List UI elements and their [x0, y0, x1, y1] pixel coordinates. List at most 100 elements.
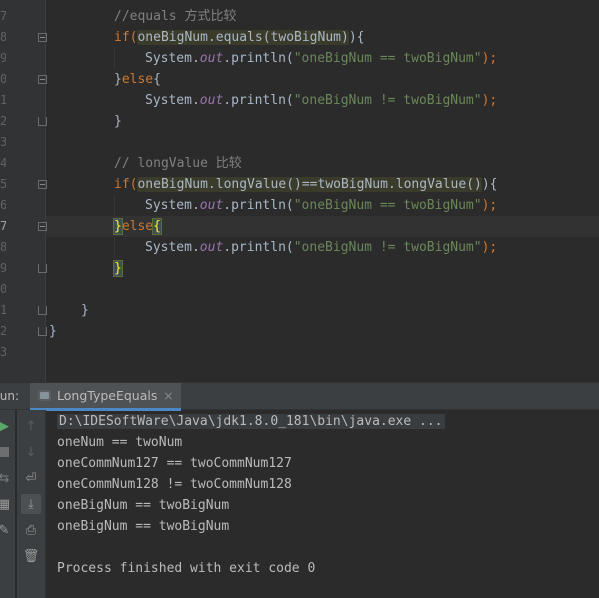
close-icon[interactable]: × [163, 389, 173, 403]
play-icon[interactable]: ▶ [0, 416, 14, 436]
line-number: 4 [0, 156, 6, 170]
line-number: 0 [0, 72, 6, 86]
editor-gutter [0, 0, 46, 382]
code-line: System.out.println("oneBigNum != twoBigN… [145, 237, 497, 258]
tab-longtypeequals[interactable]: LongTypeEquals × [30, 383, 182, 411]
fold-toggle-icon[interactable] [38, 75, 47, 84]
code-text: ){ [481, 177, 498, 192]
fold-end-icon[interactable] [38, 264, 47, 273]
keyword: else [121, 72, 154, 87]
matched-brace: } [113, 260, 123, 277]
settings-icon[interactable]: ▦ [0, 494, 14, 514]
string-literal: "oneBigNum == twoBigNum" [293, 51, 482, 66]
indent-guide [114, 237, 115, 258]
static-field: out [199, 198, 224, 213]
fold-toggle-icon[interactable] [38, 180, 47, 189]
string-literal: "oneBigNum != twoBigNum" [293, 93, 482, 108]
code-line: if(oneBigNum.equals(twoBigNum)){ [114, 27, 364, 48]
code-comment: // longValue 比较 [114, 156, 242, 171]
code-line: } [49, 324, 57, 339]
pin-icon[interactable]: ✎ [0, 520, 14, 540]
fold-end-icon[interactable] [38, 117, 47, 126]
matched-brace: { [152, 218, 162, 235]
console-line: oneCommNum127 == twoCommNum127 [57, 456, 292, 471]
code-text: System. [145, 198, 200, 213]
console-line: Process finished with exit code 0 [57, 561, 316, 576]
fold-end-icon[interactable] [38, 327, 47, 336]
run-label: Run: [0, 389, 20, 403]
code-line: } [113, 258, 123, 279]
java-file-icon [38, 390, 51, 401]
console-output[interactable]: D:\IDESoftWare\Java\jdk1.8.0_181\bin\jav… [46, 410, 599, 598]
highlighted-expression: oneBigNum.equals(twoBigNum) [137, 30, 349, 45]
line-number: 5 [0, 177, 6, 191]
highlighted-expression: oneBigNum.longValue()==twoBigNum.longVal… [137, 177, 482, 192]
run-tool-window: Run: LongTypeEquals × ▶ ⇆ ▦ ✎ ↑ ↓ ⏎ ⤓ ⎙ … [0, 382, 599, 598]
code-text: System. [145, 93, 200, 108]
code-text: ); [481, 51, 498, 66]
restore-layout-icon[interactable]: ⇆ [0, 468, 14, 488]
console-line: oneBigNum == twoBigNum [57, 498, 230, 513]
code-line: if(oneBigNum.longValue()==twoBigNum.long… [114, 174, 498, 195]
indent-guide [114, 48, 115, 69]
fold-end-icon[interactable] [38, 306, 47, 315]
trash-icon[interactable]: 🗑 [21, 546, 41, 566]
code-line: System.out.println("oneBigNum != twoBigN… [145, 90, 497, 111]
code-text: .println( [223, 51, 294, 66]
indent-guide [114, 195, 115, 216]
tab-label: LongTypeEquals [57, 388, 158, 403]
run-tab-bar: Run: LongTypeEquals × [0, 382, 599, 411]
run-left-toolbar: ▶ ⇆ ▦ ✎ [0, 410, 15, 598]
line-number: 1 [0, 93, 6, 107]
scroll-to-end-icon[interactable]: ⤓ [21, 494, 41, 514]
code-text: ){ [348, 30, 365, 45]
code-text: ); [481, 240, 498, 255]
soft-wrap-icon[interactable]: ⏎ [21, 468, 41, 488]
static-field: out [199, 93, 224, 108]
stop-icon[interactable] [0, 442, 14, 462]
line-number: 3 [0, 135, 6, 149]
line-number: 2 [0, 114, 6, 128]
arrow-down-icon[interactable]: ↓ [21, 442, 41, 462]
console-line: oneCommNum128 != twoCommNum128 [57, 477, 292, 492]
code-text: } [114, 72, 122, 87]
code-line: System.out.println("oneBigNum == twoBigN… [145, 48, 497, 69]
console-line: oneNum == twoNum [57, 435, 183, 450]
line-number: 8 [0, 30, 6, 44]
line-number: 1 [0, 303, 6, 317]
code-text: .println( [223, 240, 294, 255]
code-line: System.out.println("oneBigNum == twoBigN… [145, 195, 497, 216]
code-text: .println( [223, 198, 294, 213]
code-line: }else{ [114, 69, 161, 90]
console-line: D:\IDESoftWare\Java\jdk1.8.0_181\bin\jav… [57, 411, 445, 432]
code-line: } [81, 303, 89, 318]
keyword: if( [114, 30, 138, 45]
line-number: 9 [0, 51, 6, 65]
line-number: 3 [0, 345, 6, 359]
arrow-up-icon[interactable]: ↑ [21, 416, 41, 436]
code-line: }else{ [113, 216, 162, 237]
code-text: System. [145, 240, 200, 255]
static-field: out [199, 51, 224, 66]
code-line: } [114, 114, 122, 129]
line-number: 8 [0, 240, 6, 254]
string-literal: "oneBigNum != twoBigNum" [293, 240, 482, 255]
code-text: ); [481, 198, 498, 213]
code-text: .println( [223, 93, 294, 108]
gutter-separator [45, 0, 46, 382]
console-toolbar: ↑ ↓ ⏎ ⤓ ⎙ 🗑 [17, 410, 46, 598]
console-line: oneBigNum == twoBigNum [57, 519, 230, 534]
code-text: System. [145, 51, 200, 66]
command-line: D:\IDESoftWare\Java\jdk1.8.0_181\bin\jav… [57, 414, 445, 429]
print-icon[interactable]: ⎙ [21, 520, 41, 540]
fold-toggle-icon[interactable] [38, 222, 47, 231]
keyword: else [121, 219, 154, 234]
code-editor[interactable]: 7 8 9 0 1 2 3 4 5 6 7 8 9 0 1 2 3 //equa… [0, 0, 599, 382]
fold-toggle-icon[interactable] [38, 33, 47, 42]
line-number: 7 [0, 219, 6, 233]
line-number: 2 [0, 324, 6, 338]
line-number: 9 [0, 261, 6, 275]
code-text: { [153, 72, 161, 87]
string-literal: "oneBigNum == twoBigNum" [293, 198, 482, 213]
line-number: 0 [0, 282, 6, 296]
